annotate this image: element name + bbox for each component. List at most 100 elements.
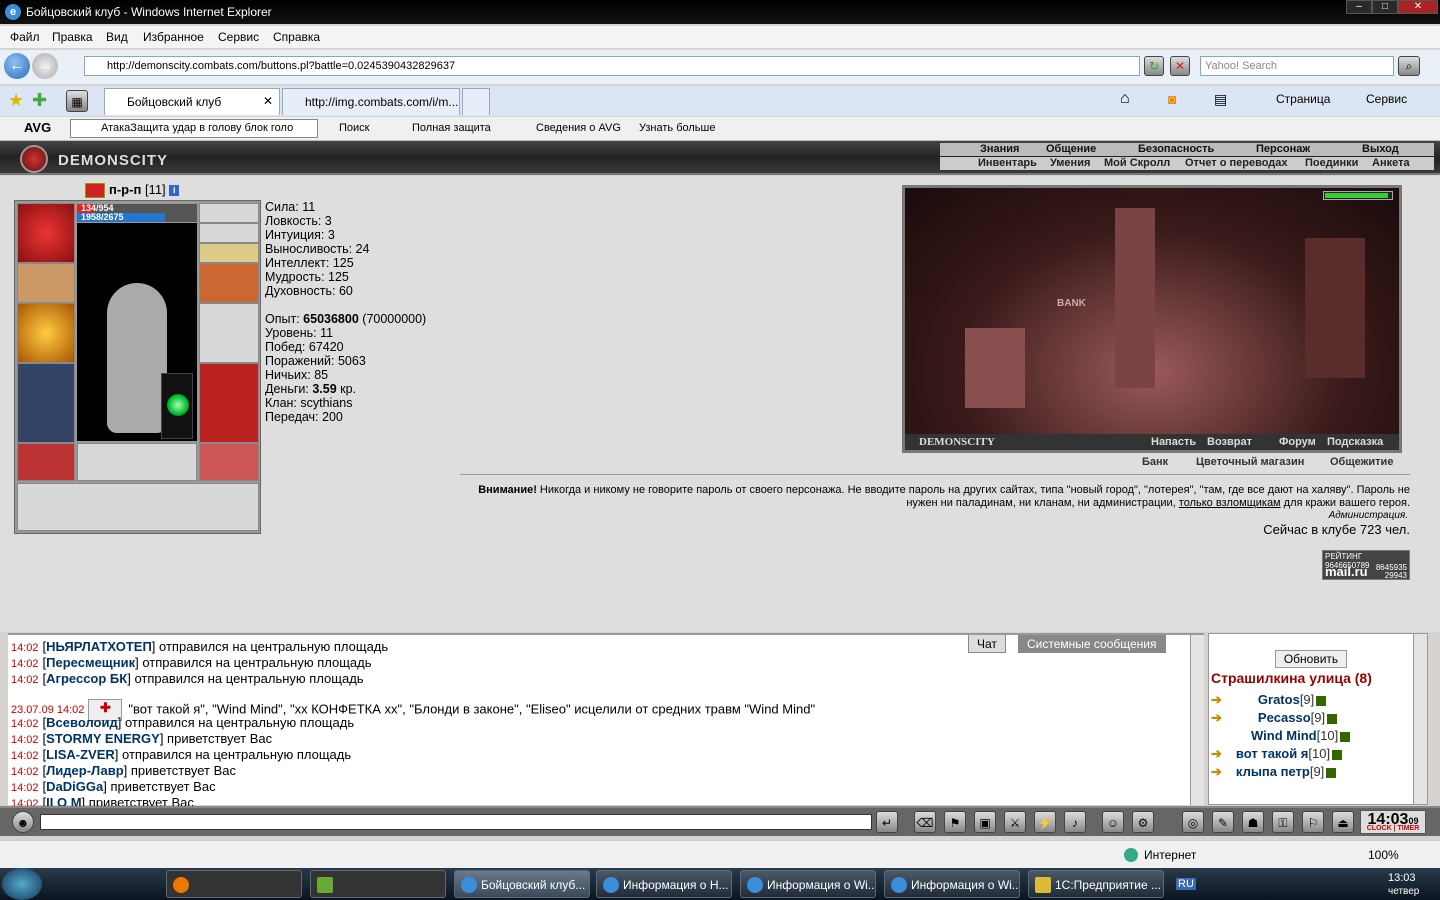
refresh-icon[interactable]: ↻ [1144,56,1164,76]
user-info-icon[interactable] [1327,713,1338,724]
boots-slot[interactable] [199,443,259,481]
task-app[interactable] [310,870,446,898]
user-info-icon[interactable] [1332,749,1343,760]
language-indicator[interactable]: RU [1176,878,1196,890]
chat-nick[interactable]: DaDiGGa [46,779,103,794]
bank-sign[interactable]: BANK [1057,298,1086,309]
start-button[interactable] [2,868,42,900]
clan-icon[interactable] [85,183,105,199]
nav-exit[interactable]: Выход [1362,143,1399,155]
home-icon[interactable]: ⌂ [1120,90,1130,108]
pocket-slots[interactable] [77,443,197,481]
add-favorite-icon[interactable]: ✚ [32,90,47,111]
earring-slot[interactable] [199,203,259,223]
chat-scrollbar[interactable] [1190,635,1204,805]
nav-knowledge[interactable]: Знания [980,143,1019,155]
hackers-link[interactable]: только взломщикам [1179,497,1281,509]
weapon-slot[interactable] [17,303,75,363]
bag-slots[interactable] [17,483,259,531]
user-nick[interactable]: Pecasso [1258,710,1311,725]
menu-help[interactable]: Справка [273,30,320,44]
chat-nick[interactable]: Лидер-Лавр [46,763,123,778]
avg-full-protection[interactable]: Полная защита [412,122,491,134]
bank-link[interactable]: Банк [1142,456,1168,468]
tools-menu[interactable]: Сервис [1366,92,1407,106]
quick-tabs-icon[interactable]: ▦ [66,90,88,112]
legs-slot[interactable] [199,363,259,443]
menu-edit[interactable]: Правка [52,30,93,44]
friends-icon[interactable]: ☗ [1242,811,1264,833]
user-info-icon[interactable] [1326,767,1337,778]
tab-close-icon[interactable]: ✕ [263,94,273,108]
print-icon[interactable]: ▤ [1214,91,1227,108]
user-info-icon[interactable] [1340,731,1351,742]
dormitory-link[interactable]: Общежитие [1330,456,1393,468]
private-message-icon[interactable]: ➔ [1211,764,1222,779]
back-button[interactable]: ← [4,53,30,79]
menu-file[interactable]: Файл [10,30,40,44]
tab-system-messages[interactable]: Системные сообщения [1018,635,1166,653]
url-input[interactable]: http://demonscity.combats.com/buttons.pl… [84,56,1140,76]
armor-slot[interactable] [17,363,75,443]
nav-character[interactable]: Персонаж [1256,143,1310,155]
chat-nick[interactable]: Агрессор БК [46,671,127,686]
task-firefox[interactable] [166,870,302,898]
chat-message-input[interactable] [40,814,872,830]
chat-window[interactable]: 14:02 [НЬЯРЛАТХОТЕП] отправился на центра… [8,633,1204,810]
forward-button[interactable]: → [32,53,58,79]
fight-icon[interactable]: ⚔ [1004,811,1026,833]
user-row[interactable]: ➔ Pecasso[9] [1211,710,1338,726]
nav-profile[interactable]: Анкета [1372,157,1410,169]
stop-icon[interactable]: ✕ [1170,56,1190,76]
forum-link[interactable]: Форум [1279,436,1316,448]
close-button[interactable]: ✕ [1398,0,1438,14]
minimize-button[interactable]: – [1346,0,1372,14]
nav-transfer-report[interactable]: Отчет о переводах [1185,157,1288,169]
chat-nick[interactable]: LISA-ZVER [46,747,115,762]
nav-inventory[interactable]: Инвентарь [978,157,1037,169]
exit-icon[interactable]: ⏏ [1332,811,1354,833]
rss-icon[interactable]: ◙ [1168,91,1176,107]
info-icon[interactable]: i [169,185,180,197]
search-icon[interactable]: ⌕ [1398,56,1420,76]
task-1c[interactable]: 1С:Предприятие ... [1028,870,1164,898]
user-row[interactable]: Wind Mind[10] [1251,728,1351,743]
user-row[interactable]: ➔ вот такой я[10] [1211,746,1343,762]
mailru-rating-badge[interactable]: РЕЙТИНГ 9646650789 mail.ru 8645935 29943 [1322,550,1410,580]
user-row[interactable]: ➔ клыпа петр[9] [1211,764,1337,780]
tray-time[interactable]: 13:03 [1388,872,1416,884]
task-info-2[interactable]: Информация о Wi... [740,870,876,898]
filter-icon[interactable]: ⚑ [944,811,966,833]
settings-icon[interactable]: ⚙ [1132,811,1154,833]
clear-icon[interactable]: ⌫ [914,811,936,833]
belt-slot[interactable] [17,443,75,481]
orb-slot[interactable] [161,373,193,439]
avg-info[interactable]: Сведения о AVG [536,122,621,134]
favorites-star-icon[interactable]: ★ [8,90,24,111]
nav-skills[interactable]: Умения [1050,157,1090,169]
search-input[interactable]: Yahoo! Search [1200,56,1394,76]
menu-favorites[interactable]: Избранное [143,30,204,44]
amulet-slot[interactable] [199,223,259,243]
rings-slot[interactable] [199,243,259,263]
tab-combats[interactable]: Бойцовский клуб ✕ [104,88,280,115]
avg-search-input[interactable]: АтакаЗащита удар в голову блок голо [70,119,318,138]
speed-icon[interactable]: ⚡ [1034,811,1056,833]
refresh-button[interactable]: Обновить [1275,650,1347,668]
scroll-icon[interactable]: ✎ [1212,811,1234,833]
nav-battles[interactable]: Поединки [1305,157,1358,169]
zoom-level[interactable]: 100% [1368,848,1399,862]
user-nick[interactable]: вот такой я [1236,746,1308,761]
maximize-button[interactable]: □ [1372,0,1398,14]
smiles-icon[interactable]: ☺ [1102,811,1124,833]
shield-slot[interactable] [199,303,259,363]
user-nick[interactable]: Wind Mind [1251,728,1317,743]
menu-tools[interactable]: Сервис [218,30,259,44]
hint-link[interactable]: Подсказка [1327,436,1383,448]
menu-view[interactable]: Вид [106,30,128,44]
lock-icon[interactable]: ⚿ [1272,811,1294,833]
smile-menu-icon[interactable]: ☻ [12,811,34,833]
private-message-icon[interactable]: ➔ [1211,746,1222,761]
user-nick[interactable]: клыпа петр [1236,764,1310,779]
bracers-slot[interactable] [17,263,75,303]
